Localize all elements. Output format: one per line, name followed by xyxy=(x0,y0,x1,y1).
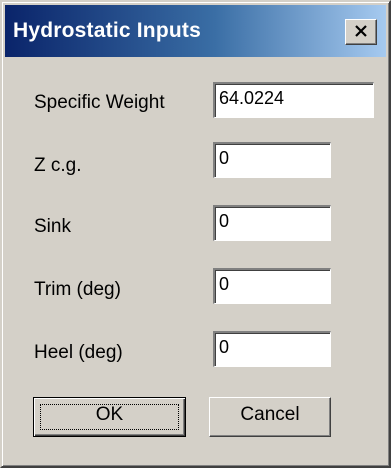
heel-label: Heel (deg) xyxy=(34,342,123,363)
zcg-field[interactable]: 0 xyxy=(213,142,331,178)
title-bar[interactable]: Hydrostatic Inputs xyxy=(5,5,386,57)
sink-label: Sink xyxy=(34,216,71,237)
zcg-label: Z c.g. xyxy=(34,155,82,176)
specific-weight-label: Specific Weight xyxy=(34,92,165,113)
specific-weight-field[interactable]: 64.0224 xyxy=(213,82,374,118)
dialog-title: Hydrostatic Inputs xyxy=(13,19,201,42)
sink-field[interactable]: 0 xyxy=(213,205,331,241)
close-icon xyxy=(355,25,367,37)
trim-field[interactable]: 0 xyxy=(213,268,331,304)
heel-field[interactable]: 0 xyxy=(213,331,331,367)
ok-label: OK xyxy=(95,404,124,425)
cancel-button[interactable]: Cancel xyxy=(209,397,331,437)
cancel-label: Cancel xyxy=(240,404,300,425)
ok-button[interactable]: OK xyxy=(33,397,186,437)
trim-label: Trim (deg) xyxy=(34,279,121,300)
close-button[interactable] xyxy=(345,19,377,45)
hydrostatic-inputs-dialog: Hydrostatic Inputs Specific Weight 64.02… xyxy=(0,0,391,468)
